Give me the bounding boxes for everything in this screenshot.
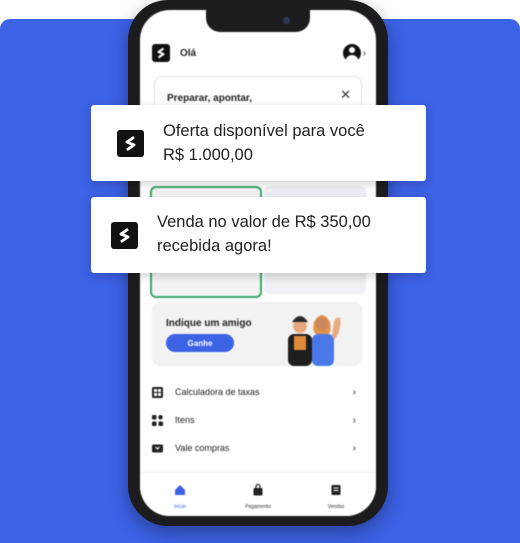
menu-item-itens[interactable]: Itens › — [152, 406, 364, 434]
menu-item-vale-compras[interactable]: Vale compras › — [152, 434, 364, 462]
greeting-text: Olá — [180, 47, 197, 59]
s-logo-icon — [117, 130, 144, 157]
chevron-right-icon: › — [352, 442, 356, 454]
notification-line-2: recebida agora! — [157, 237, 272, 255]
friends-illustration-icon — [288, 315, 341, 366]
tab-label: Vendas — [327, 504, 345, 510]
notification-line-2: R$ 1.000,00 — [163, 146, 253, 164]
bag-icon — [253, 483, 263, 496]
tab-label: Pagamento — [245, 504, 271, 510]
chevron-right-icon: › — [352, 414, 356, 426]
menu-list: Calculadora de taxas › Itens › Vale comp… — [152, 378, 364, 462]
menu-item-label: Calculadora de taxas — [175, 387, 260, 397]
tip-card-text: Preparar, apontar, — [167, 93, 253, 104]
tab-label: Início — [174, 504, 186, 510]
s-logo-icon — [111, 222, 138, 249]
invite-title: Indique um amigo — [166, 318, 252, 329]
notification-line-1: Venda no valor de R$ 350,00 — [157, 213, 371, 231]
phone-notch — [206, 10, 310, 32]
tab-pagamento[interactable]: Pagamento — [228, 483, 288, 510]
notification-line-1: Oferta disponível para você — [163, 122, 365, 140]
invite-friend-card: Indique um amigo Ganhe — [152, 302, 362, 366]
camera-icon — [283, 17, 290, 24]
notification-offer[interactable]: Oferta disponível para você R$ 1.000,00 — [91, 105, 426, 181]
notification-text: Oferta disponível para você R$ 1.000,00 — [163, 119, 413, 167]
menu-item-label: Vale compras — [175, 443, 230, 453]
bottom-tab-bar: Início Pagamento Vendas — [140, 472, 376, 516]
receipt-icon — [331, 485, 341, 495]
user-icon[interactable] — [342, 44, 361, 62]
gift-card-icon — [152, 443, 163, 454]
tab-inicio[interactable]: Início — [150, 483, 210, 510]
chevron-right-icon: › — [352, 386, 356, 398]
menu-item-calculadora[interactable]: Calculadora de taxas › — [152, 378, 364, 406]
menu-item-label: Itens — [175, 415, 195, 425]
invite-button[interactable]: Ganhe — [166, 334, 234, 352]
app-header: Olá › — [152, 42, 366, 64]
close-icon[interactable]: ✕ — [340, 87, 351, 103]
chevron-right-icon[interactable]: › — [363, 48, 366, 59]
home-icon — [175, 485, 185, 495]
notification-text: Venda no valor de R$ 350,00 recebida ago… — [157, 210, 417, 258]
grid-icon — [152, 414, 163, 426]
notification-sale[interactable]: Venda no valor de R$ 350,00 recebida ago… — [91, 197, 426, 273]
tab-vendas[interactable]: Vendas — [306, 483, 366, 510]
calculator-icon — [152, 386, 163, 398]
s-logo-icon — [152, 44, 170, 62]
